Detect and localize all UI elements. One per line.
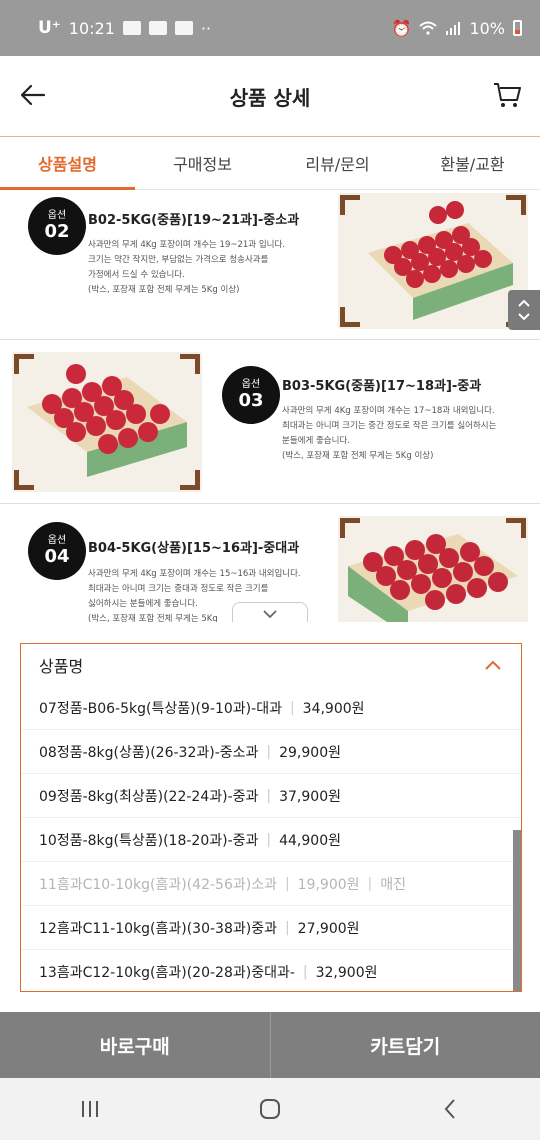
- notification-icon: [122, 21, 141, 35]
- product-description: 옵션 02 B02-5KG(중품)[19~21과]-중소과 사과만의 무게 4K…: [0, 190, 540, 622]
- option-name: 07정품-B06-5kg(특상품)(9-10과)-대과: [39, 700, 282, 717]
- badge-number: 02: [44, 221, 70, 242]
- badge-number: 04: [44, 546, 70, 567]
- status-bar: U⁺ 10:21 ·· ⏰ 10%: [0, 0, 540, 56]
- separator: |: [289, 699, 295, 716]
- soldout-badge: 매진: [380, 876, 407, 893]
- option-title: B02-5KG(중품)[19~21과]-중소과: [88, 213, 300, 228]
- status-time: 10:21: [68, 18, 115, 38]
- option-item[interactable]: 08정품-8kg(상품)(26-32과)-중소과 | 29,900원: [21, 730, 521, 774]
- option-price: 19,900원: [297, 876, 360, 893]
- apple-box-photo: [338, 516, 528, 622]
- separator: |: [266, 743, 272, 760]
- option-name: 12흠과C11-10kg(흠과)(30-38과)중과: [39, 920, 277, 937]
- add-to-cart-button[interactable]: 카트담기: [269, 1012, 540, 1078]
- option-item-soldout: 11흠과C10-10kg(흠과)(42-56과)소과 | 19,900원 | 매진: [21, 862, 521, 906]
- option-name: 08정품-8kg(상품)(26-32과)-중소과: [39, 744, 259, 761]
- product-select-label: 상품명: [39, 657, 84, 676]
- desc-line: (박스, 포장재 포함 전체 무게는 5Kg 이상): [282, 451, 434, 461]
- system-nav-bar: [0, 1078, 540, 1140]
- recent-apps-icon: [82, 1101, 98, 1117]
- desc-line: (박스, 포장재 포함 전체 무게는 5Kg 이상): [88, 285, 240, 295]
- tab-refund-exchange[interactable]: 환불/교환: [405, 137, 540, 189]
- battery-icon: [513, 20, 522, 36]
- option-price: 37,900원: [279, 788, 341, 805]
- alarm-icon: ⏰: [391, 18, 412, 38]
- recent-apps-button[interactable]: [70, 1089, 110, 1129]
- desc-line: 사과만의 무게 4Kg 포장이며 개수는 19~21과 입니다.: [88, 240, 285, 250]
- desc-line: 최대과는 아니며 크기는 중대과 정도로 작은 크기를: [88, 584, 269, 594]
- carrier-label: U⁺: [38, 18, 61, 38]
- separator: |: [302, 963, 308, 980]
- option-name: 11흠과C10-10kg(흠과)(42-56과)소과: [39, 876, 277, 893]
- option-price: 44,900원: [279, 832, 341, 849]
- option-price: 27,900원: [297, 920, 360, 937]
- option-name: 09정품-8kg(최상품)(22-24과)-중과: [39, 788, 259, 805]
- back-button[interactable]: [430, 1089, 470, 1129]
- product-select[interactable]: 상품명: [20, 643, 522, 687]
- option-badge: 옵션 02: [28, 197, 86, 255]
- desc-line: 사과만의 무게 4Kg 포장이며 개수는 15~16과 내외입니다.: [88, 569, 301, 579]
- home-button[interactable]: [250, 1089, 290, 1129]
- scroll-toggle-button[interactable]: [508, 290, 540, 330]
- option-item[interactable]: 10정품-8kg(특상품)(18-20과)-중과 | 44,900원: [21, 818, 521, 862]
- action-bar: 바로구매 카트담기: [0, 1012, 540, 1078]
- tab-purchase-info[interactable]: 구매정보: [135, 137, 270, 189]
- separator: |: [367, 875, 373, 892]
- desc-line: 가정에서 드실 수 있습니다.: [88, 270, 185, 280]
- separator: |: [284, 919, 290, 936]
- badge-number: 03: [238, 390, 264, 411]
- option-item[interactable]: 12흠과C11-10kg(흠과)(30-38과)중과 | 27,900원: [21, 906, 521, 950]
- option-badge: 옵션 03: [222, 366, 280, 424]
- option-block-02: 옵션 02 B02-5KG(중품)[19~21과]-중소과 사과만의 무게 4K…: [0, 190, 540, 340]
- mail-icon: [148, 21, 167, 35]
- home-icon: [260, 1099, 280, 1119]
- page-title: 상품 상세: [229, 85, 311, 110]
- option-list: 07정품-B06-5kg(특상품)(9-10과)-대과 | 34,900원 08정품…: [20, 686, 522, 992]
- option-description: 사과만의 무게 4Kg 포장이며 개수는 19~21과 입니다. 크기는 약간 …: [88, 238, 285, 298]
- option-title: B04-5KG(상품)[15~16과]-중대과: [88, 541, 300, 556]
- option-name: 13흠과C12-10kg(흠과)(20-28과)중대과-: [39, 964, 295, 981]
- back-chevron-icon: [444, 1099, 455, 1119]
- option-title: B03-5KG(중품)[17~18과]-중과: [282, 379, 482, 394]
- desc-line: 사과만의 무게 4Kg 포장이며 개수는 17~18과 내외입니다.: [282, 406, 495, 416]
- apple-box-photo: [12, 352, 202, 492]
- separator: |: [266, 831, 272, 848]
- chevron-up-down-icon: [518, 299, 530, 321]
- list-scrollbar[interactable]: [513, 830, 521, 991]
- chevron-up-icon[interactable]: [483, 656, 503, 676]
- option-item[interactable]: 07정품-B06-5kg(특상품)(9-10과)-대과 | 34,900원: [21, 686, 521, 730]
- desc-line: 분들에게 좋습니다.: [282, 436, 350, 446]
- more-notifications-icon: ··: [200, 18, 212, 38]
- battery-percent: 10%: [469, 18, 505, 38]
- option-price: 32,900원: [315, 964, 378, 981]
- app-header: 상품 상세: [0, 56, 540, 136]
- separator: |: [284, 875, 290, 892]
- option-price: 34,900원: [302, 700, 365, 717]
- chevron-down-icon: [263, 609, 277, 618]
- option-price: 29,900원: [279, 744, 341, 761]
- back-arrow-icon[interactable]: [18, 80, 48, 110]
- option-item[interactable]: 13흠과C12-10kg(흠과)(20-28과)중대과- | 32,900원: [21, 950, 521, 991]
- cart-icon[interactable]: [492, 80, 522, 110]
- collapse-handle[interactable]: [232, 602, 308, 624]
- signal-icon: [446, 22, 461, 35]
- option-name: 10정품-8kg(특상품)(18-20과)-중과: [39, 832, 259, 849]
- option-item[interactable]: 09정품-8kg(최상품)(22-24과)-중과 | 37,900원: [21, 774, 521, 818]
- wifi-icon: [419, 21, 438, 35]
- tab-review-qna[interactable]: 리뷰/문의: [270, 137, 405, 189]
- separator: |: [266, 787, 272, 804]
- detail-tabs: 상품설명 구매정보 리뷰/문의 환불/교환: [0, 136, 540, 190]
- desc-line: 최대과는 아니며 크기는 중간 정도로 작은 크기를 싫어하시는: [282, 421, 497, 431]
- apple-box-photo: [338, 193, 528, 329]
- tab-description[interactable]: 상품설명: [0, 137, 135, 190]
- message-icon: [174, 21, 193, 35]
- buy-now-button[interactable]: 바로구매: [0, 1012, 270, 1078]
- option-badge: 옵션 04: [28, 522, 86, 580]
- desc-line: 크기는 약간 작지만, 부담없는 가격으로 청송사과를: [88, 255, 269, 265]
- option-description: 사과만의 무게 4Kg 포장이며 개수는 17~18과 내외입니다. 최대과는 …: [282, 404, 496, 464]
- option-block-03: 옵션 03 B03-5KG(중품)[17~18과]-중과 사과만의 무게 4Kg…: [0, 340, 540, 504]
